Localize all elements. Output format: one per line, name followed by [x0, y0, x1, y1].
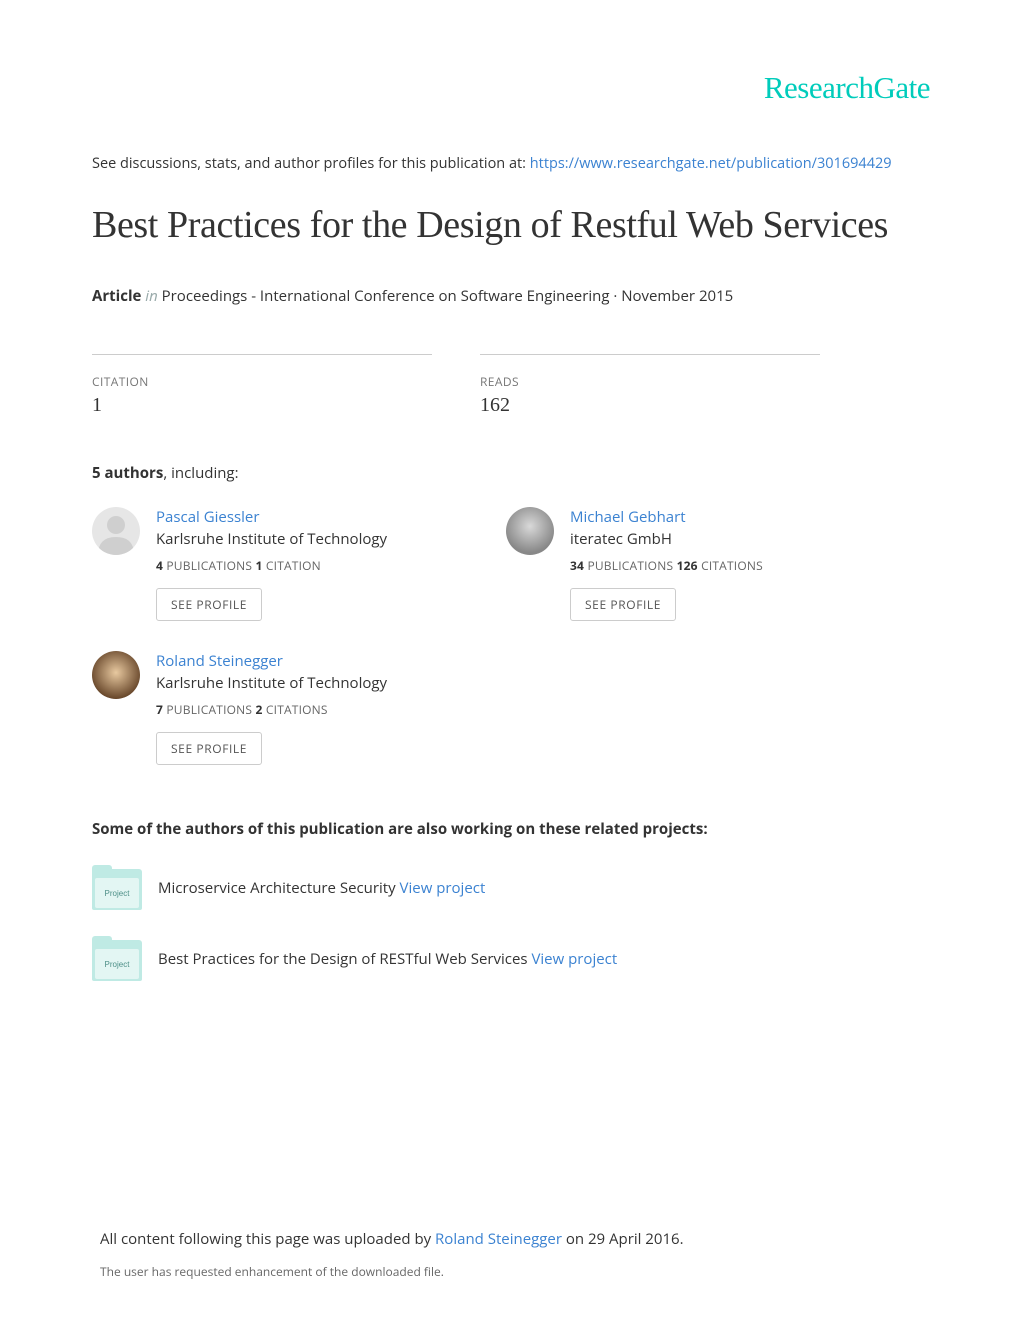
- authors-count: 5 authors: [92, 463, 163, 483]
- projects-intro: Some of the authors of this publication …: [92, 819, 930, 839]
- authors-intro: 5 authors, including:: [92, 463, 930, 483]
- cites-label: CITATION: [263, 557, 321, 574]
- project-icon-label: Project: [95, 949, 139, 979]
- project-text: Microservice Architecture Security View …: [158, 878, 485, 898]
- see-profile-button[interactable]: SEE PROFILE: [156, 732, 262, 765]
- cites-label: CITATIONS: [698, 557, 763, 574]
- upload-line: All content following this page was uplo…: [100, 1229, 930, 1249]
- author-card: Michael Gebhart iteratec GmbH 34 PUBLICA…: [506, 507, 890, 621]
- project-title: Best Practices for the Design of RESTful…: [158, 949, 531, 969]
- author-affiliation: iteratec GmbH: [570, 529, 890, 549]
- citation-label: CITATION: [92, 373, 432, 390]
- in-label: in: [141, 286, 161, 306]
- cites-count: 1: [256, 557, 263, 574]
- publication-meta: Article in Proceedings - International C…: [92, 286, 930, 306]
- pubs-count: 34: [570, 557, 584, 574]
- discover-prefix: See discussions, stats, and author profi…: [92, 154, 530, 173]
- cites-label: CITATIONS: [263, 701, 328, 718]
- project-title: Microservice Architecture Security: [158, 878, 400, 898]
- article-label: Article: [92, 286, 141, 306]
- project-row: Project Best Practices for the Design of…: [92, 936, 930, 981]
- author-name-link[interactable]: Roland Steinegger: [156, 651, 283, 671]
- project-row: Project Microservice Architecture Securi…: [92, 865, 930, 910]
- author-stats: 4 PUBLICATIONS 1 CITATION: [156, 557, 476, 574]
- upload-suffix: on 29 April 2016.: [562, 1229, 684, 1249]
- project-icon-label: Project: [95, 878, 139, 908]
- stats-row: CITATION 1 READS 162: [92, 354, 930, 417]
- author-affiliation: Karlsruhe Institute of Technology: [156, 673, 476, 693]
- reads-label: READS: [480, 373, 820, 390]
- cites-count: 2: [256, 701, 263, 718]
- view-project-link[interactable]: View project: [400, 878, 486, 898]
- uploader-link[interactable]: Roland Steinegger: [435, 1229, 562, 1249]
- reads-value: 162: [480, 394, 820, 417]
- authors-intro-rest: , including:: [163, 463, 238, 483]
- project-folder-icon[interactable]: Project: [92, 936, 142, 981]
- reads-stat: READS 162: [480, 354, 820, 417]
- citation-stat: CITATION 1: [92, 354, 432, 417]
- author-stats: 34 PUBLICATIONS 126 CITATIONS: [570, 557, 890, 574]
- author-card: Pascal Giessler Karlsruhe Institute of T…: [92, 507, 476, 621]
- see-profile-button[interactable]: SEE PROFILE: [570, 588, 676, 621]
- author-stats: 7 PUBLICATIONS 2 CITATIONS: [156, 701, 476, 718]
- author-affiliation: Karlsruhe Institute of Technology: [156, 529, 476, 549]
- researchgate-logo: ResearchGate: [92, 0, 930, 154]
- discover-line: See discussions, stats, and author profi…: [92, 154, 930, 173]
- pubs-label: PUBLICATIONS: [163, 701, 255, 718]
- user-icon: [92, 507, 140, 555]
- citation-value: 1: [92, 394, 432, 417]
- avatar[interactable]: [506, 507, 554, 555]
- pubs-count: 7: [156, 701, 163, 718]
- see-profile-button[interactable]: SEE PROFILE: [156, 588, 262, 621]
- avatar[interactable]: [92, 651, 140, 699]
- cites-count: 126: [677, 557, 698, 574]
- pubs-label: PUBLICATIONS: [584, 557, 676, 574]
- publication-link[interactable]: https://www.researchgate.net/publication…: [530, 154, 892, 173]
- authors-grid: Pascal Giessler Karlsruhe Institute of T…: [92, 507, 930, 765]
- author-name-link[interactable]: Michael Gebhart: [570, 507, 686, 527]
- avatar[interactable]: [92, 507, 140, 555]
- publication-title: Best Practices for the Design of Restful…: [92, 201, 930, 250]
- project-folder-icon[interactable]: Project: [92, 865, 142, 910]
- venue-text: Proceedings - International Conference o…: [162, 286, 734, 306]
- author-name-link[interactable]: Pascal Giessler: [156, 507, 259, 527]
- pubs-label: PUBLICATIONS: [163, 557, 255, 574]
- footer: All content following this page was uplo…: [100, 1229, 930, 1280]
- author-card: Roland Steinegger Karlsruhe Institute of…: [92, 651, 476, 765]
- upload-prefix: All content following this page was uplo…: [100, 1229, 435, 1249]
- pubs-count: 4: [156, 557, 163, 574]
- project-text: Best Practices for the Design of RESTful…: [158, 949, 617, 969]
- enhancement-notice: The user has requested enhancement of th…: [100, 1263, 930, 1280]
- view-project-link[interactable]: View project: [531, 949, 617, 969]
